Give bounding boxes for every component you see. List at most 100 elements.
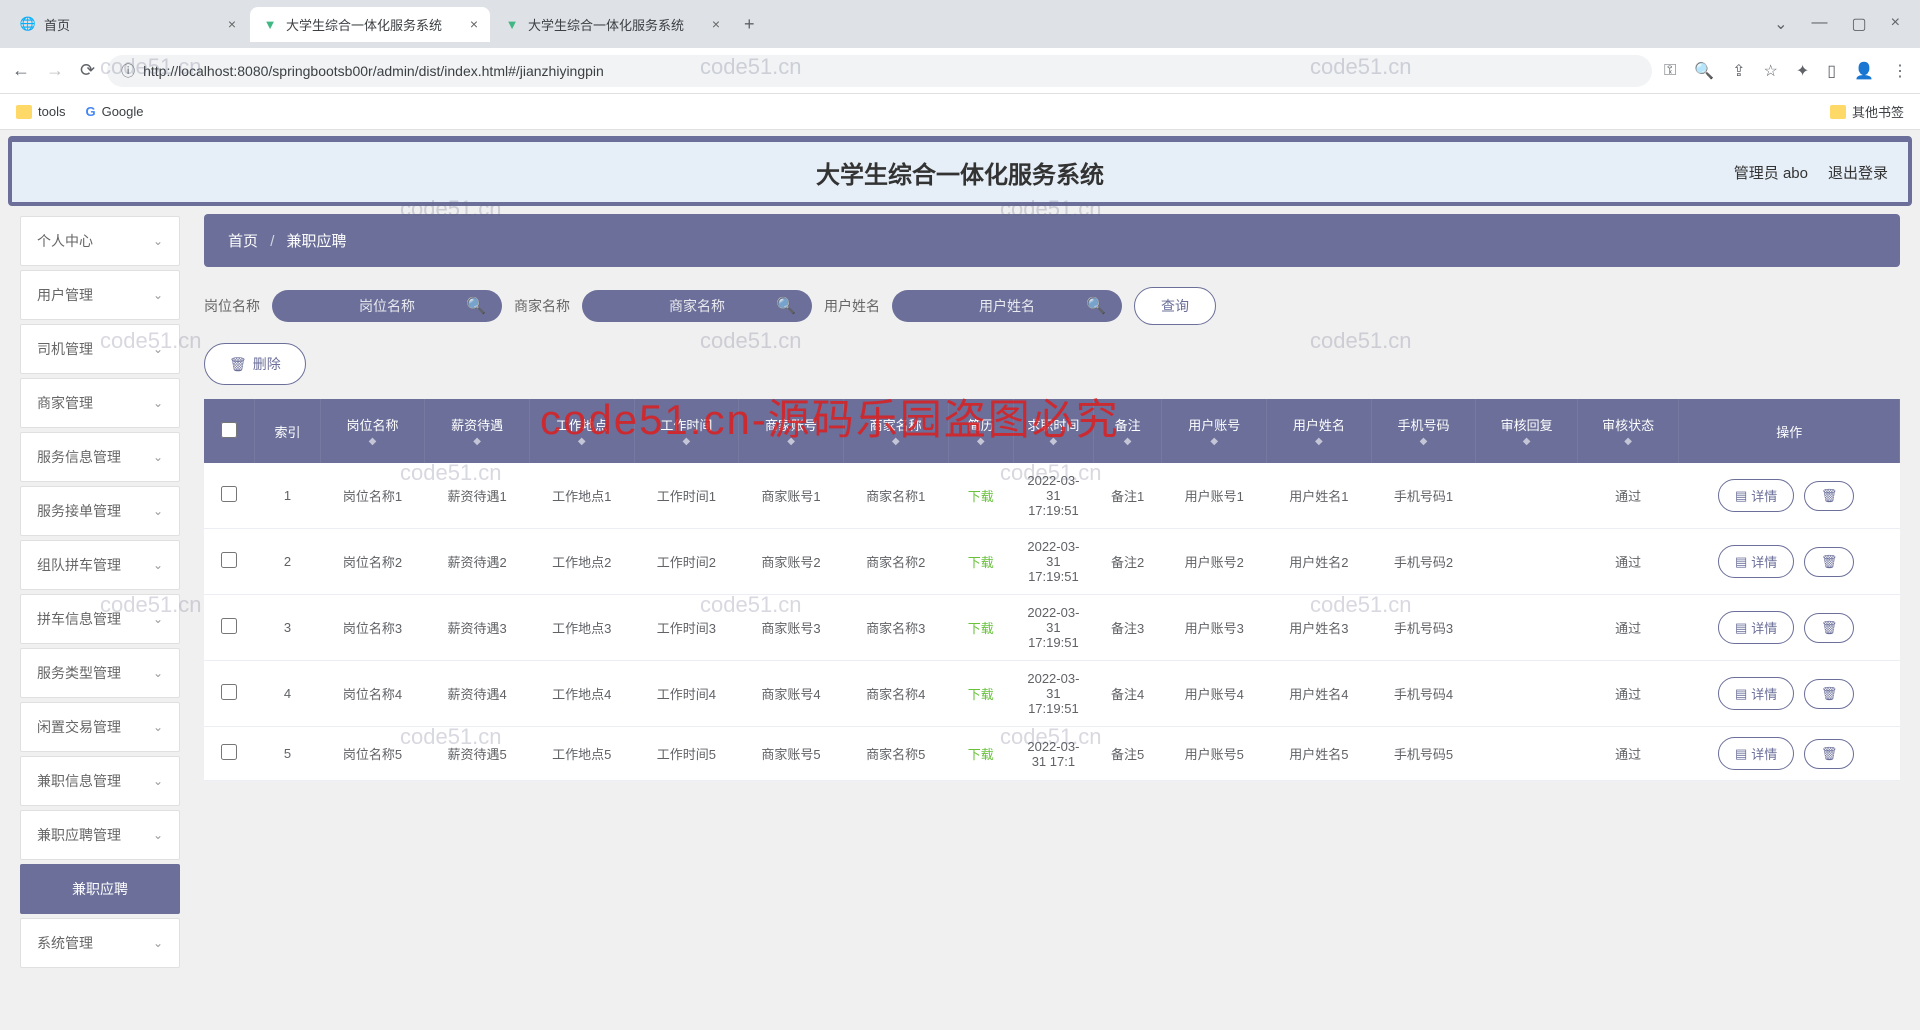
avatar-icon[interactable]: 👤 [1854, 61, 1874, 81]
cell-reply [1476, 529, 1578, 595]
sidebar-item[interactable]: 个人中心⌄ [20, 216, 180, 266]
sidebar-item-active[interactable]: 兼职应聘 [20, 864, 180, 914]
column-header[interactable]: 索引 [255, 399, 320, 463]
cell-mname: 商家名称1 [843, 463, 948, 529]
cell-post: 岗位名称4 [320, 661, 425, 727]
column-header[interactable]: 工作时间◆ [634, 399, 739, 463]
column-header[interactable]: 手机号码◆ [1371, 399, 1476, 463]
chevron-down-icon: ⌄ [153, 666, 163, 680]
column-header[interactable]: 备注◆ [1093, 399, 1161, 463]
download-link[interactable]: 下载 [968, 489, 994, 504]
sidebar-item[interactable]: 商家管理⌄ [20, 378, 180, 428]
delete-row-button[interactable]: 🗑 [1804, 481, 1855, 511]
extensions-icon[interactable]: ✦ [1796, 61, 1809, 81]
chevron-down-icon: ⌄ [153, 612, 163, 626]
minimize-icon[interactable]: — [1812, 14, 1828, 34]
bookmark-google[interactable]: G Google [85, 104, 143, 119]
download-link[interactable]: 下载 [968, 687, 994, 702]
chevron-down-icon: ⌄ [153, 396, 163, 410]
close-window-icon[interactable]: × [1891, 14, 1900, 34]
download-link[interactable]: 下载 [968, 555, 994, 570]
row-checkbox[interactable] [221, 552, 237, 568]
reading-list-icon[interactable]: ▯ [1827, 61, 1836, 81]
column-header[interactable]: 商家名称◆ [843, 399, 948, 463]
query-button[interactable]: 查询 [1134, 287, 1216, 325]
row-checkbox[interactable] [221, 684, 237, 700]
column-header[interactable]: 简历◆ [948, 399, 1013, 463]
browser-tab-0[interactable]: 🌐 首页 × [8, 7, 248, 42]
chevron-down-icon[interactable]: ⌄ [1774, 14, 1787, 34]
logout-link[interactable]: 退出登录 [1828, 162, 1888, 183]
column-header[interactable]: 工作地点◆ [529, 399, 634, 463]
close-icon[interactable]: × [228, 16, 236, 32]
detail-button[interactable]: ▤ 详情 [1718, 677, 1794, 710]
sort-icon: ◆ [645, 436, 729, 447]
sidebar-item[interactable]: 兼职应聘管理⌄ [20, 810, 180, 860]
info-icon: ⓘ [121, 61, 135, 81]
row-checkbox[interactable] [221, 486, 237, 502]
row-checkbox[interactable] [221, 618, 237, 634]
back-icon[interactable]: ← [12, 60, 30, 81]
detail-button[interactable]: ▤ 详情 [1718, 737, 1794, 770]
chevron-down-icon: ⌄ [153, 720, 163, 734]
sidebar-item[interactable]: 拼车信息管理⌄ [20, 594, 180, 644]
column-header[interactable]: 审核回复◆ [1476, 399, 1578, 463]
column-header[interactable]: 审核状态◆ [1577, 399, 1679, 463]
sidebar-item[interactable]: 服务接单管理⌄ [20, 486, 180, 536]
delete-row-button[interactable]: 🗑 [1804, 547, 1855, 577]
cell-uname: 用户姓名3 [1267, 595, 1372, 661]
select-all-checkbox[interactable] [221, 422, 237, 438]
column-header[interactable]: 薪资待遇◆ [425, 399, 530, 463]
delete-row-button[interactable]: 🗑 [1804, 739, 1855, 769]
filter-input-merchant[interactable]: 🔍 [582, 290, 812, 322]
maximize-icon[interactable]: ▢ [1852, 14, 1867, 34]
download-link[interactable]: 下载 [968, 747, 994, 762]
new-tab-button[interactable]: + [734, 10, 765, 39]
sidebar-item[interactable]: 兼职信息管理⌄ [20, 756, 180, 806]
post-input[interactable] [288, 298, 486, 314]
merchant-input[interactable] [598, 298, 796, 314]
bookmark-other[interactable]: 其他书签 [1830, 102, 1904, 121]
sidebar-item[interactable]: 服务信息管理⌄ [20, 432, 180, 482]
share-icon[interactable]: ⇪ [1732, 61, 1745, 81]
detail-button[interactable]: ▤ 详情 [1718, 479, 1794, 512]
sidebar-item[interactable]: 系统管理⌄ [20, 918, 180, 968]
delete-button[interactable]: 🗑 删除 [204, 343, 306, 385]
key-icon[interactable]: ⚿ [1664, 62, 1676, 80]
column-header[interactable]: 用户账号◆ [1162, 399, 1267, 463]
column-header[interactable]: 用户姓名◆ [1267, 399, 1372, 463]
star-icon[interactable]: ☆ [1764, 61, 1778, 81]
cell-mname: 商家名称3 [843, 595, 948, 661]
crumb-home[interactable]: 首页 [228, 233, 258, 250]
search-icon[interactable]: 🔍 [1694, 61, 1714, 81]
sidebar-item[interactable]: 闲置交易管理⌄ [20, 702, 180, 752]
close-icon[interactable]: × [470, 16, 478, 32]
column-header[interactable]: 求职时间◆ [1013, 399, 1093, 463]
column-header[interactable]: 操作 [1679, 399, 1900, 463]
column-header[interactable]: 岗位名称◆ [320, 399, 425, 463]
reload-icon[interactable]: ⟳ [80, 60, 95, 81]
admin-label[interactable]: 管理员 abo [1734, 162, 1808, 183]
delete-row-button[interactable]: 🗑 [1804, 679, 1855, 709]
filter-input-user[interactable]: 🔍 [892, 290, 1122, 322]
sidebar-item[interactable]: 用户管理⌄ [20, 270, 180, 320]
sidebar-item[interactable]: 服务类型管理⌄ [20, 648, 180, 698]
sidebar-item[interactable]: 组队拼车管理⌄ [20, 540, 180, 590]
menu-icon[interactable]: ⋮ [1892, 61, 1908, 81]
browser-tab-1[interactable]: ▼ 大学生综合一体化服务系统 × [250, 7, 490, 42]
forward-icon[interactable]: → [46, 60, 64, 81]
delete-row-button[interactable]: 🗑 [1804, 613, 1855, 643]
download-link[interactable]: 下载 [968, 621, 994, 636]
browser-tab-2[interactable]: ▼ 大学生综合一体化服务系统 × [492, 7, 732, 42]
row-checkbox[interactable] [221, 744, 237, 760]
close-icon[interactable]: × [712, 16, 720, 32]
filter-input-post[interactable]: 🔍 [272, 290, 502, 322]
sidebar-item[interactable]: 司机管理⌄ [20, 324, 180, 374]
url-input[interactable]: ⓘ http://localhost:8080/springbootsb00r/… [107, 55, 1652, 87]
detail-button[interactable]: ▤ 详情 [1718, 545, 1794, 578]
detail-button[interactable]: ▤ 详情 [1718, 611, 1794, 644]
trash-icon: 🗑 [1821, 746, 1838, 762]
bookmark-tools[interactable]: tools [16, 104, 65, 119]
column-header[interactable]: 商家账号◆ [739, 399, 844, 463]
user-input[interactable] [908, 298, 1106, 314]
